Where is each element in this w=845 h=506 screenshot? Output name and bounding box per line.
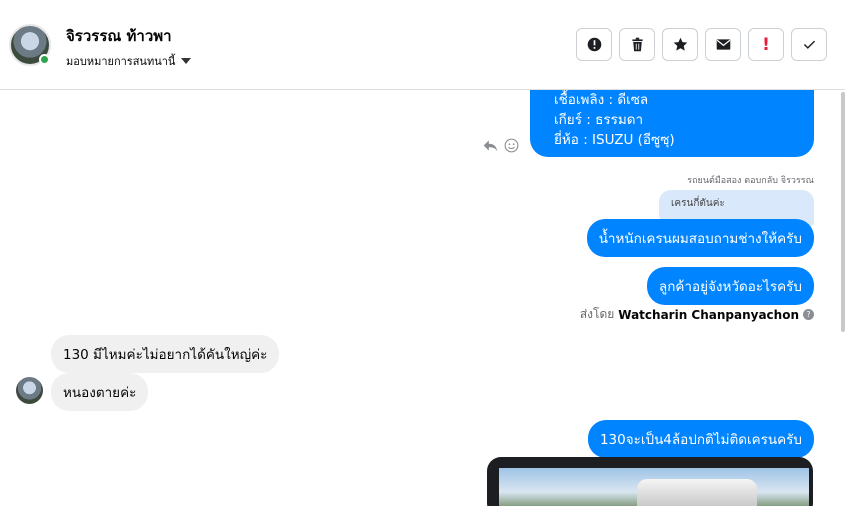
mark-unread-button[interactable] xyxy=(705,28,741,61)
message-bubble[interactable]: หนองตายค่ะ xyxy=(51,373,149,411)
message-actions xyxy=(482,137,520,154)
check-icon xyxy=(803,40,815,49)
trash-icon xyxy=(631,37,643,52)
exclamation-icon: ! xyxy=(762,34,770,55)
assign-label: มอบหมายการสนทนานี้ xyxy=(66,55,176,68)
reply-icon[interactable] xyxy=(482,137,499,154)
contact-avatar[interactable] xyxy=(16,377,43,404)
online-status-icon xyxy=(39,54,50,65)
contact-avatar[interactable] xyxy=(9,24,51,66)
message-bubble[interactable]: 130 มีไหมค่ะไม่อยากได้คันใหญ่ค่ะ xyxy=(51,335,280,373)
sent-by-label: ส่งโดย Watcharin Chanpanyachon ? xyxy=(580,305,814,324)
message-text: 130จะเป็น4ล้อปกติไม่ติดเครนครับ xyxy=(599,432,802,448)
message-text: น้ำหนักเครนผมสอบถามช่างให้ครับ xyxy=(598,231,802,247)
caret-down-icon xyxy=(181,58,192,64)
sent-by-name[interactable]: Watcharin Chanpanyachon xyxy=(618,308,799,322)
spec-line: เกียร์ : ธรรมดา xyxy=(554,112,644,128)
delete-button[interactable] xyxy=(619,28,655,61)
message-bubble[interactable]: 130จะเป็น4ล้อปกติไม่ติดเครนครับ xyxy=(587,420,814,458)
follow-up-button[interactable]: ! xyxy=(748,28,784,61)
sent-by-prefix: ส่งโดย xyxy=(579,307,615,321)
message-bubble-specs[interactable]: เชื้อเพลิง : ดีเซล เกียร์ : ธรรมดา ยี่ห้… xyxy=(530,90,814,157)
message-text: ลูกค้าอยู่จังหวัดอะไรครับ xyxy=(658,279,802,295)
conversation-header: จิรวรรณ ท้าวพา มอบหมายการสนทนานี้ ! xyxy=(0,0,845,90)
quoted-message-text: เครนกี่ตันค่ะ xyxy=(671,198,725,209)
reply-context-label: รถยนต์มือสอง ตอบกลับ จิรวรรณ xyxy=(687,176,814,186)
message-text: หนองตายค่ะ xyxy=(63,385,137,401)
spec-line: ยี่ห้อ : ISUZU (อีซูซุ) xyxy=(554,132,675,148)
spam-button[interactable] xyxy=(576,28,612,61)
scrollbar[interactable] xyxy=(841,92,845,332)
truck-shape xyxy=(637,479,757,506)
contact-name[interactable]: จิรวรรณ ท้าวพา xyxy=(66,24,172,48)
spec-line: เชื้อเพลิง : ดีเซล xyxy=(554,92,649,108)
smiley-icon[interactable] xyxy=(503,137,520,154)
star-button[interactable] xyxy=(662,28,698,61)
question-icon[interactable]: ? xyxy=(803,309,814,320)
message-bubble[interactable]: น้ำหนักเครนผมสอบถามช่างให้ครับ xyxy=(586,219,814,257)
message-thread[interactable]: เชื้อเพลิง : ดีเซล เกียร์ : ธรรมดา ยี่ห้… xyxy=(0,90,845,506)
message-text: 130 มีไหมค่ะไม่อยากได้คันใหญ่ค่ะ xyxy=(63,347,268,363)
assign-conversation-dropdown[interactable]: มอบหมายการสนทนานี้ xyxy=(66,52,192,70)
message-bubble[interactable]: ลูกค้าอยู่จังหวัดอะไรครับ xyxy=(646,267,814,305)
alert-circle-icon xyxy=(587,37,601,52)
mark-done-button[interactable] xyxy=(791,28,827,61)
image-attachment[interactable] xyxy=(487,457,813,506)
conversation-toolbar: ! xyxy=(576,28,827,61)
star-icon xyxy=(673,37,687,51)
envelope-icon xyxy=(716,39,730,50)
